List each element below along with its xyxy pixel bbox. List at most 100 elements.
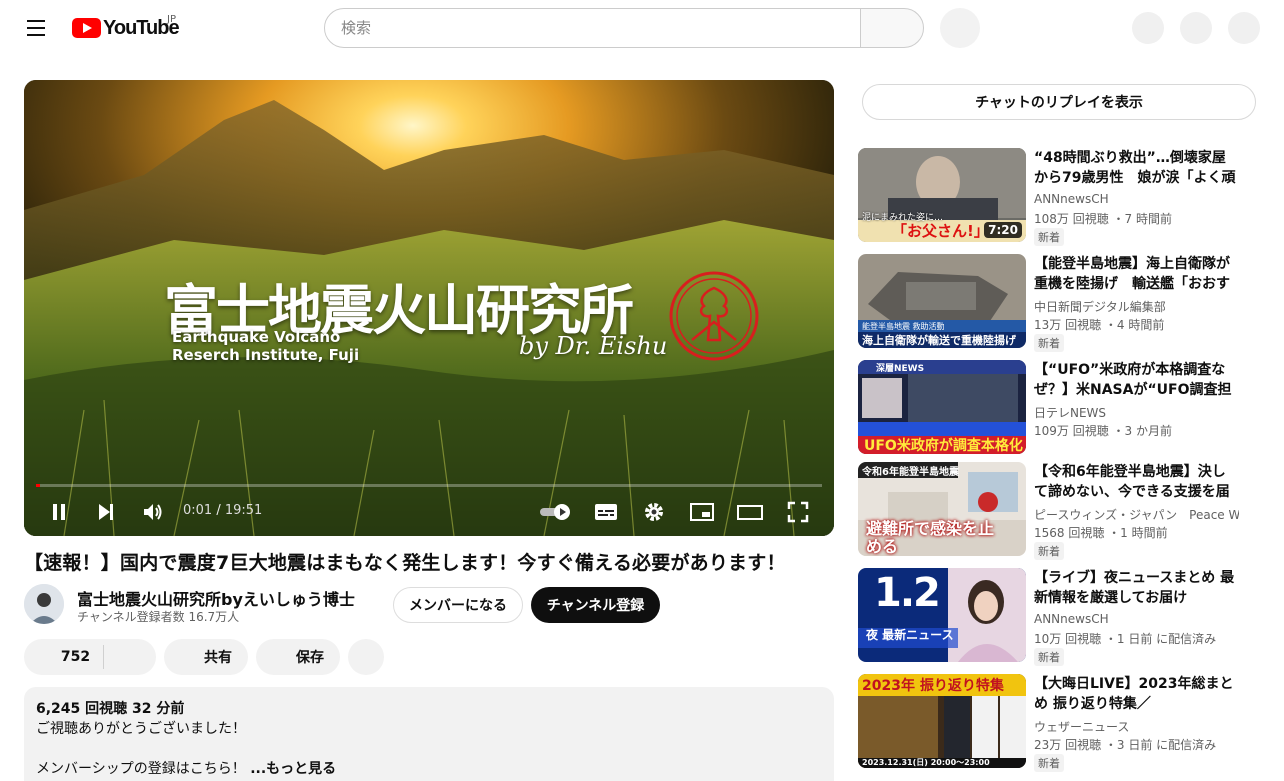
video-title: 【速報！】国内で震度7巨大地震はまもなく発生します！今すぐ備える必要があります！ <box>24 552 786 574</box>
description-line: ご視聴ありがとうございました！ <box>36 721 246 737</box>
gear-icon <box>645 503 663 521</box>
next-button[interactable] <box>88 492 124 532</box>
thumbnail-caption-top: 2023年 振り返り特集 <box>862 678 1004 694</box>
new-badge: 新着 <box>1034 648 1064 666</box>
youtube-logo[interactable]: YouTube <box>72 16 180 40</box>
chat-replay-button[interactable]: チャットのリプレイを表示 <box>862 84 1256 120</box>
thumbnail-caption-top: 深層NEWS <box>876 364 925 374</box>
subscriber-count: チャンネル登録者数 16.7万人 <box>77 610 240 624</box>
subtitles-icon <box>595 504 617 520</box>
recommended-video[interactable]: 令和6年能登半島地震 避難所で感染を止める 【令和6年能登半島地震】決して諦めな… <box>858 462 1258 560</box>
new-badge: 新着 <box>1034 334 1064 352</box>
like-count: 752 <box>60 649 91 665</box>
seal-logo <box>669 271 759 361</box>
show-more-link[interactable]: ...もっと見る <box>250 761 336 777</box>
search-box[interactable] <box>324 8 861 48</box>
autoplay-toggle[interactable] <box>534 492 578 532</box>
recommended-video[interactable]: 深層NEWS UFO米政府が調査本格化 【“UFO”米政府が本格調査なぜ？】米N… <box>858 360 1258 454</box>
channel-avatar[interactable] <box>24 584 64 624</box>
progress-bar[interactable] <box>36 484 822 487</box>
search-input[interactable] <box>341 19 860 37</box>
save-button[interactable]: 保存 <box>256 639 340 675</box>
volume-button[interactable] <box>135 492 171 532</box>
recommended-title[interactable]: 【ライブ】夜ニュースまとめ 最新情報を厳選してお届け <box>1034 568 1238 608</box>
search-button[interactable] <box>860 8 924 48</box>
recommended-channel[interactable]: 中日新聞デジタル編集部 <box>1034 298 1239 315</box>
notifications-button[interactable] <box>1180 12 1212 44</box>
recommended-title[interactable]: 【能登半島地震】海上自衛隊が重機を陸揚げ 輸送艦「おおすみ」 <box>1034 254 1238 294</box>
search-icon <box>882 18 902 38</box>
theater-icon <box>737 505 763 520</box>
share-button[interactable]: 共有 <box>164 639 248 675</box>
miniplayer-button[interactable] <box>684 492 720 532</box>
duration: 19:51 <box>224 503 263 518</box>
thumbnail-caption: 「お父さん!」 <box>892 222 989 240</box>
subtitles-button[interactable] <box>588 492 624 532</box>
recommended-title[interactable]: “48時間ぶり救出”…倒壊家屋から79歳男性 娘が涙「よく頑張った」 <box>1034 148 1238 188</box>
settings-button[interactable] <box>636 492 672 532</box>
overlay-byline: by Dr. Eishu <box>519 332 668 360</box>
overlay-subtitle: Earthquake Volcano Reserch Institute, Fu… <box>172 328 359 364</box>
recommended-channel[interactable]: 日テレNEWS <box>1034 404 1239 421</box>
new-badge: 新着 <box>1034 542 1064 560</box>
more-actions-button[interactable] <box>348 639 384 675</box>
recommended-meta: 108万 回視聴 ・7 時間前 <box>1034 212 1172 226</box>
view-stats: 6,245 回視聴 32 分前 <box>36 701 185 717</box>
recommended-meta: 109万 回視聴 ・3 か月前 <box>1034 424 1172 438</box>
create-button[interactable] <box>1132 12 1164 44</box>
fullscreen-button[interactable] <box>780 492 816 532</box>
voice-search-button[interactable] <box>940 8 980 48</box>
subscribe-button[interactable]: チャンネル登録 <box>531 587 660 623</box>
recommended-video[interactable]: 能登半島地震 救助活動 海上自衛隊が輸送で重機陸揚げ 【能登半島地震】海上自衛隊… <box>858 254 1258 352</box>
autoplay-icon <box>540 504 570 520</box>
masthead: YouTube JP <box>0 0 1284 56</box>
account-avatar[interactable] <box>1228 12 1260 44</box>
thumbnail-caption: 避難所で感染を止める <box>866 519 995 556</box>
duration-badge: 7:20 <box>984 222 1022 238</box>
video-player[interactable]: 富士地震火山研究所 Earthquake Volcano Reserch Ins… <box>24 80 834 536</box>
new-badge: 新着 <box>1034 754 1064 772</box>
description-box[interactable]: 6,245 回視聴 32 分前 ご視聴ありがとうございました！ メンバーシップの… <box>24 687 834 781</box>
dislike-button[interactable] <box>104 639 156 675</box>
thumbnail-caption: UFO米政府が調査本格化 <box>864 438 1023 454</box>
recommended-channel[interactable]: ピースウィンズ・ジャパン Peace Winds Japan <box>1034 506 1239 523</box>
miniplayer-icon <box>690 503 714 521</box>
recommended-channel[interactable]: ANNnewsCH <box>1034 192 1239 206</box>
recommended-meta: 13万 回視聴 ・4 時間前 <box>1034 318 1165 332</box>
region-code: JP <box>167 14 176 25</box>
next-icon <box>99 504 113 520</box>
recommended-meta: 1568 回視聴 ・1 時間前 <box>1034 526 1168 540</box>
thumbnail-caption: 2023.12.31(日) 20:00〜23:00 <box>862 758 990 767</box>
thumbnail-caption-top: 1.2 <box>874 570 941 616</box>
progress-fill <box>36 484 40 487</box>
video-thumbnail[interactable]: 1.2 夜 最新ニュース <box>858 568 1026 662</box>
pause-button[interactable] <box>41 492 77 532</box>
recommended-title[interactable]: 【令和6年能登半島地震】決して諦めない、今できる支援を届ける <box>1034 462 1238 502</box>
recommended-video[interactable]: 1.2 夜 最新ニュース 【ライブ】夜ニュースまとめ 最新情報を厳選してお届け … <box>858 568 1258 666</box>
thumbnail-caption: 海上自衛隊が輸送で重機陸揚げ <box>862 334 1016 347</box>
youtube-play-icon <box>72 18 101 38</box>
like-button[interactable]: 752 <box>24 645 104 669</box>
volume-icon <box>144 504 162 520</box>
share-label: 共有 <box>204 650 232 666</box>
video-thumbnail[interactable]: 深層NEWS UFO米政府が調査本格化 <box>858 360 1026 454</box>
recommended-video[interactable]: 2023年 振り返り特集 2023.12.31(日) 20:00〜23:00 【… <box>858 674 1258 772</box>
recommended-channel[interactable]: ANNnewsCH <box>1034 612 1239 626</box>
recommended-meta: 23万 回視聴 ・3 日前 に配信済み <box>1034 738 1217 752</box>
channel-name[interactable]: 富士地震火山研究所byえいしゅう博士 <box>77 586 355 610</box>
menu-icon[interactable] <box>18 10 54 46</box>
join-membership-button[interactable]: メンバーになる <box>393 587 523 623</box>
recommended-meta: 10万 回視聴 ・1 日前 に配信済み <box>1034 632 1217 646</box>
fullscreen-icon <box>787 501 809 523</box>
video-thumbnail[interactable]: 2023年 振り返り特集 2023.12.31(日) 20:00〜23:00 <box>858 674 1026 768</box>
theater-mode-button[interactable] <box>732 492 768 532</box>
video-thumbnail[interactable]: 泥にまみれた姿に… 「お父さん!」 7:20 <box>858 148 1026 242</box>
thumbnail-caption: 夜 最新ニュース <box>866 628 954 642</box>
recommended-title[interactable]: 【“UFO”米政府が本格調査なぜ？】米NASAが“UFO調査担当”新設 <box>1034 360 1238 400</box>
thumbnail-caption-top: 令和6年能登半島地震 <box>862 467 959 478</box>
video-thumbnail[interactable]: 令和6年能登半島地震 避難所で感染を止める <box>858 462 1026 556</box>
video-thumbnail[interactable]: 能登半島地震 救助活動 海上自衛隊が輸送で重機陸揚げ <box>858 254 1026 348</box>
recommended-channel[interactable]: ウェザーニュース <box>1034 718 1239 735</box>
recommended-title[interactable]: 【大晦日LIVE】2023年総まとめ 振り返り特集／ <box>1034 674 1238 714</box>
recommended-video[interactable]: 泥にまみれた姿に… 「お父さん!」 7:20 “48時間ぶり救出”…倒壊家屋から… <box>858 148 1258 246</box>
